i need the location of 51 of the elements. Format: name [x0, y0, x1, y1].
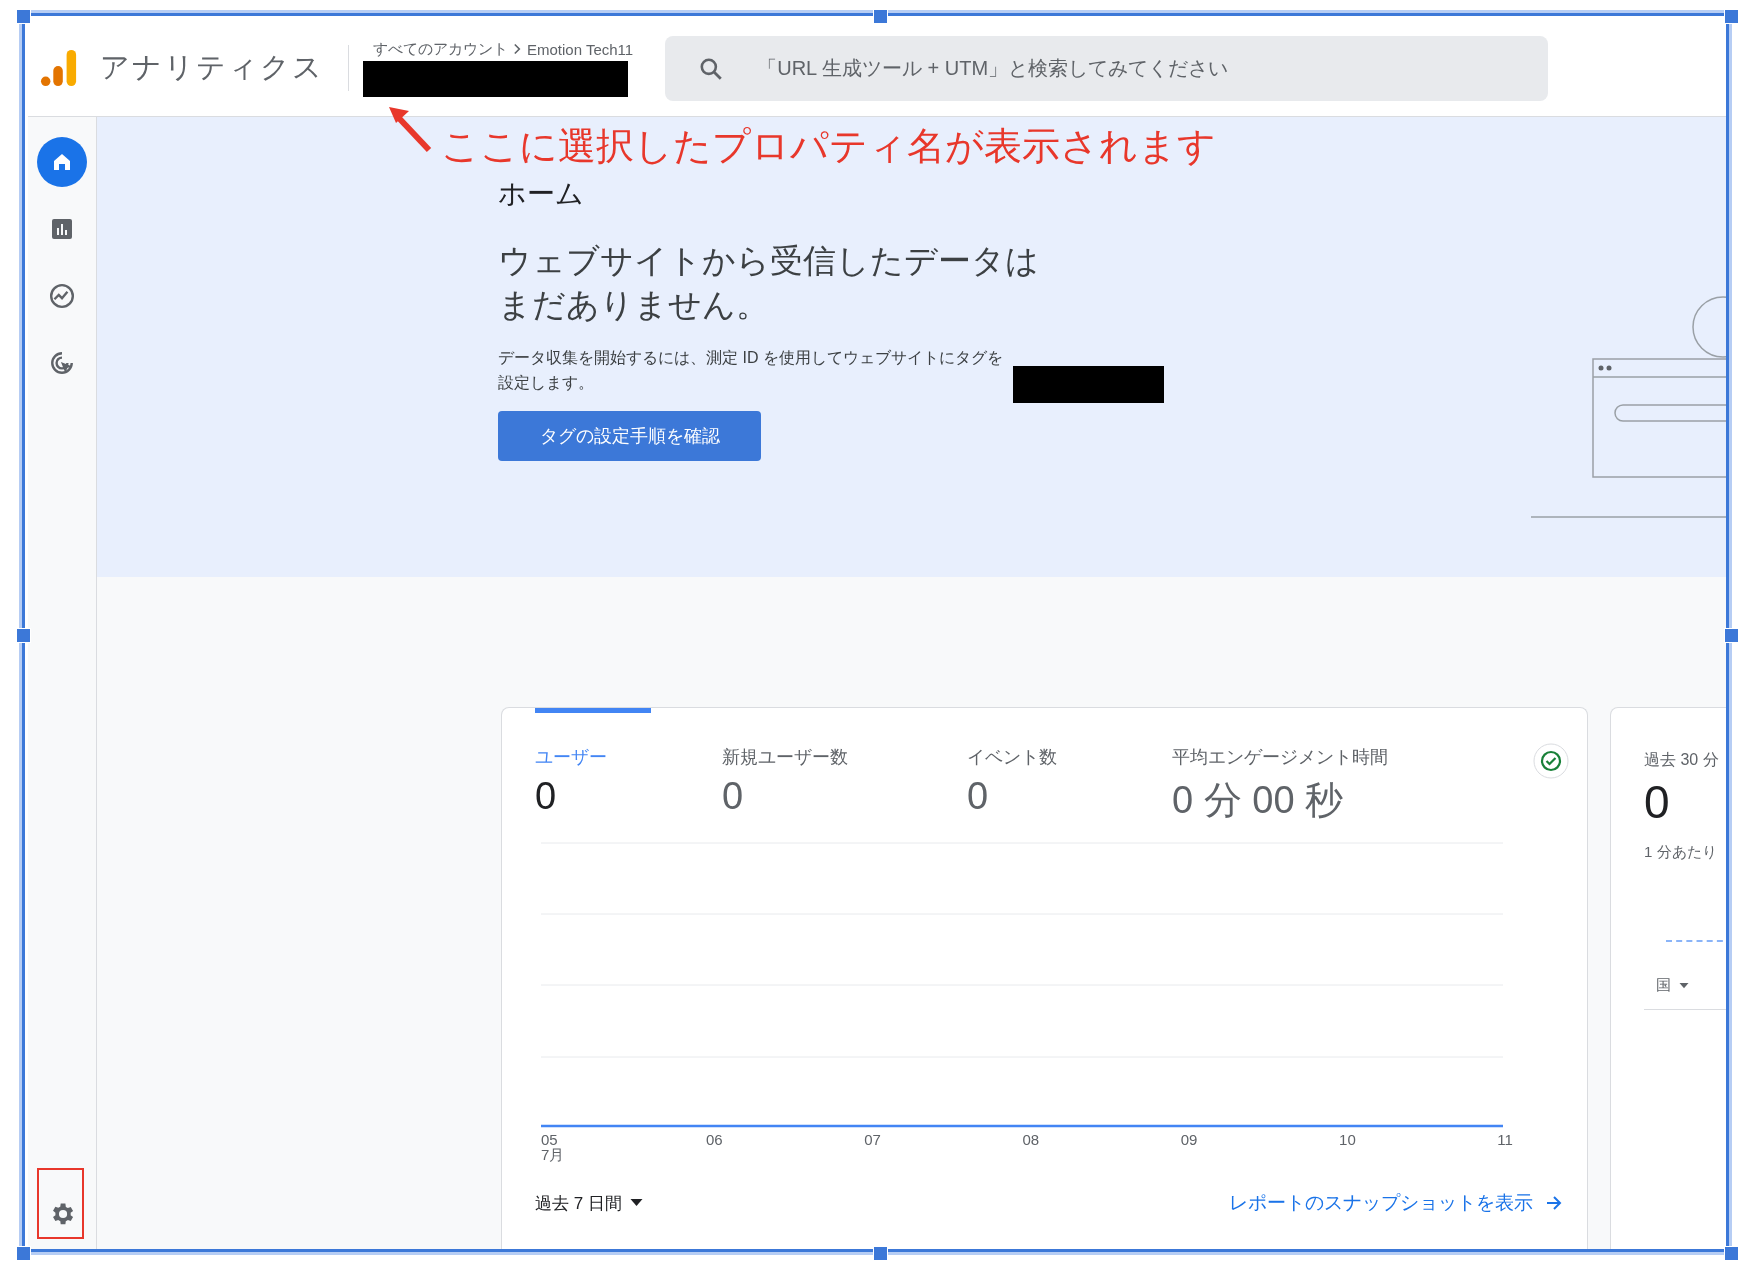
trend-chart-icon — [49, 283, 75, 309]
metric-tab[interactable]: ユーザー — [535, 708, 651, 769]
instruction-text: データ収集を開始するには、測定 ID を使用してウェブサイトにタグを設定します。 — [498, 348, 1003, 393]
resize-handle[interactable] — [16, 628, 31, 643]
dimension-dropdown[interactable]: 国 — [1644, 942, 1731, 1010]
tag-setup-button[interactable]: タグの設定手順を確認 — [498, 411, 761, 461]
search-field[interactable]: 「URL 生成ツール + UTM」と検索してみてください — [665, 35, 1549, 101]
chevron-right-icon — [513, 43, 522, 55]
resize-handle[interactable] — [873, 1246, 888, 1261]
axis-label: 08 — [1022, 1132, 1040, 1147]
app-name: アナリティクス — [100, 50, 324, 85]
resize-handle[interactable] — [873, 9, 888, 24]
metric-value: 0 — [967, 775, 990, 818]
resize-handle[interactable] — [16, 9, 31, 24]
axis-label: 06 — [705, 1132, 723, 1147]
annotation-text: ここに選択したプロパティ名が表示されます — [441, 124, 1216, 169]
resize-handle[interactable] — [16, 1246, 31, 1261]
caret-icon — [1679, 982, 1689, 989]
breadcrumb-link[interactable]: すべてのアカウント — [373, 39, 508, 59]
bar-chart-icon — [50, 217, 74, 241]
resize-handle[interactable] — [1724, 628, 1739, 643]
cursor-target-icon — [49, 350, 75, 376]
highlight-frame — [37, 1168, 84, 1239]
nav-button[interactable] — [37, 137, 87, 187]
metric-value: 0 分 00 秒 — [1172, 778, 1345, 823]
breadcrumb-link[interactable]: Emotion Tech11 — [527, 40, 634, 58]
annotation-arrow — [387, 104, 433, 154]
resize-handle[interactable] — [1724, 9, 1739, 24]
metric-tab[interactable]: イベント数 — [967, 708, 1083, 769]
page-title: ホーム — [498, 177, 585, 211]
metric-value: 0 — [722, 775, 745, 818]
card-subtitle: 1 分あたり — [1644, 843, 1718, 862]
axis-label: 05 — [541, 1132, 559, 1147]
resize-handle[interactable] — [1724, 1246, 1739, 1261]
metric-tab[interactable]: 平均エンゲージメント時間 — [1172, 708, 1388, 769]
card-title: 過去 30 分 — [1644, 750, 1720, 770]
check-circle-icon — [1533, 743, 1569, 779]
metric-value: 0 — [535, 775, 558, 818]
realtime-value: 0 — [1644, 775, 1671, 829]
arrow-right-icon — [1545, 1194, 1563, 1212]
empty-state-heading: ウェブサイトから受信したデータは まだありません。 — [498, 241, 1040, 325]
axis-label: 10 — [1339, 1132, 1356, 1147]
date-range-dropdown[interactable]: 過去 7 日間 — [535, 1191, 643, 1215]
snapshot-link[interactable]: レポートのスナップショットを表示 — [1229, 1190, 1563, 1216]
metric-tab[interactable]: 新規ユーザー数 — [722, 708, 848, 769]
axis-label: 09 — [1180, 1132, 1198, 1147]
axis-label: 11 — [1497, 1132, 1513, 1147]
axis-label: 7月 — [541, 1147, 565, 1162]
caret-icon — [629, 1199, 643, 1207]
bar-chart-logo-icon — [40, 48, 78, 88]
axis-label: 07 — [864, 1132, 881, 1147]
